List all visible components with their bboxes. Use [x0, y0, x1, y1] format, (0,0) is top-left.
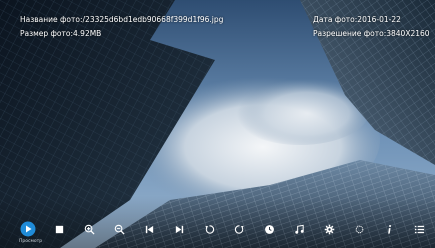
previous-button[interactable] [138, 218, 160, 240]
effect-button[interactable] [348, 218, 370, 240]
stop-button[interactable] [48, 218, 70, 240]
next-button[interactable] [168, 218, 190, 240]
photo-date-value: 2016-01-22 [357, 15, 401, 24]
settings-button[interactable] [318, 218, 340, 240]
rotate-right-icon [234, 224, 244, 234]
zoom-out-button[interactable] [108, 218, 130, 240]
list-icon [414, 225, 424, 233]
photo-date-label: Дата фото: [313, 15, 358, 24]
slideshow-timer-button[interactable] [258, 218, 280, 240]
toolbar [0, 218, 435, 240]
music-button[interactable] [288, 218, 310, 240]
previous-icon [145, 225, 153, 233]
next-icon [175, 225, 183, 233]
clock-icon [264, 224, 274, 234]
photo-resolution-label: Разрешение фото: [313, 29, 387, 38]
photo-resolution-value: 3840X2160 [386, 29, 430, 38]
photo-size-value: 4.92MB [73, 29, 102, 38]
zoom-in-icon [84, 224, 95, 235]
play-button[interactable] [17, 218, 39, 240]
photo-viewer: Название фото:/23325d6bd1edb90668f399d1f… [0, 0, 435, 248]
zoom-in-button[interactable] [78, 218, 100, 240]
rotate-left-icon [204, 224, 214, 234]
photo-name-info: Название фото:/23325d6bd1edb90668f399d1f… [20, 15, 223, 24]
list-button[interactable] [408, 218, 430, 240]
zoom-out-icon [114, 224, 125, 235]
rotate-left-button[interactable] [198, 218, 220, 240]
circle-icon [355, 225, 363, 233]
music-icon [294, 224, 304, 234]
photo-name-value: /23325d6bd1edb90668f399d1f96.jpg [82, 15, 224, 24]
info-button[interactable] [378, 218, 400, 240]
play-caption: Просмотр [19, 239, 43, 244]
stop-icon [55, 225, 63, 233]
gear-icon [324, 224, 334, 234]
photo-date-info: Дата фото:2016-01-22 [313, 15, 401, 24]
play-icon [20, 221, 36, 237]
photo-name-label: Название фото: [20, 15, 83, 24]
photo-size-label: Размер фото: [20, 29, 74, 38]
rotate-right-button[interactable] [228, 218, 250, 240]
info-icon [387, 224, 391, 234]
photo-resolution-info: Разрешение фото:3840X2160 [313, 29, 430, 38]
photo-size-info: Размер фото:4.92MB [20, 29, 101, 38]
